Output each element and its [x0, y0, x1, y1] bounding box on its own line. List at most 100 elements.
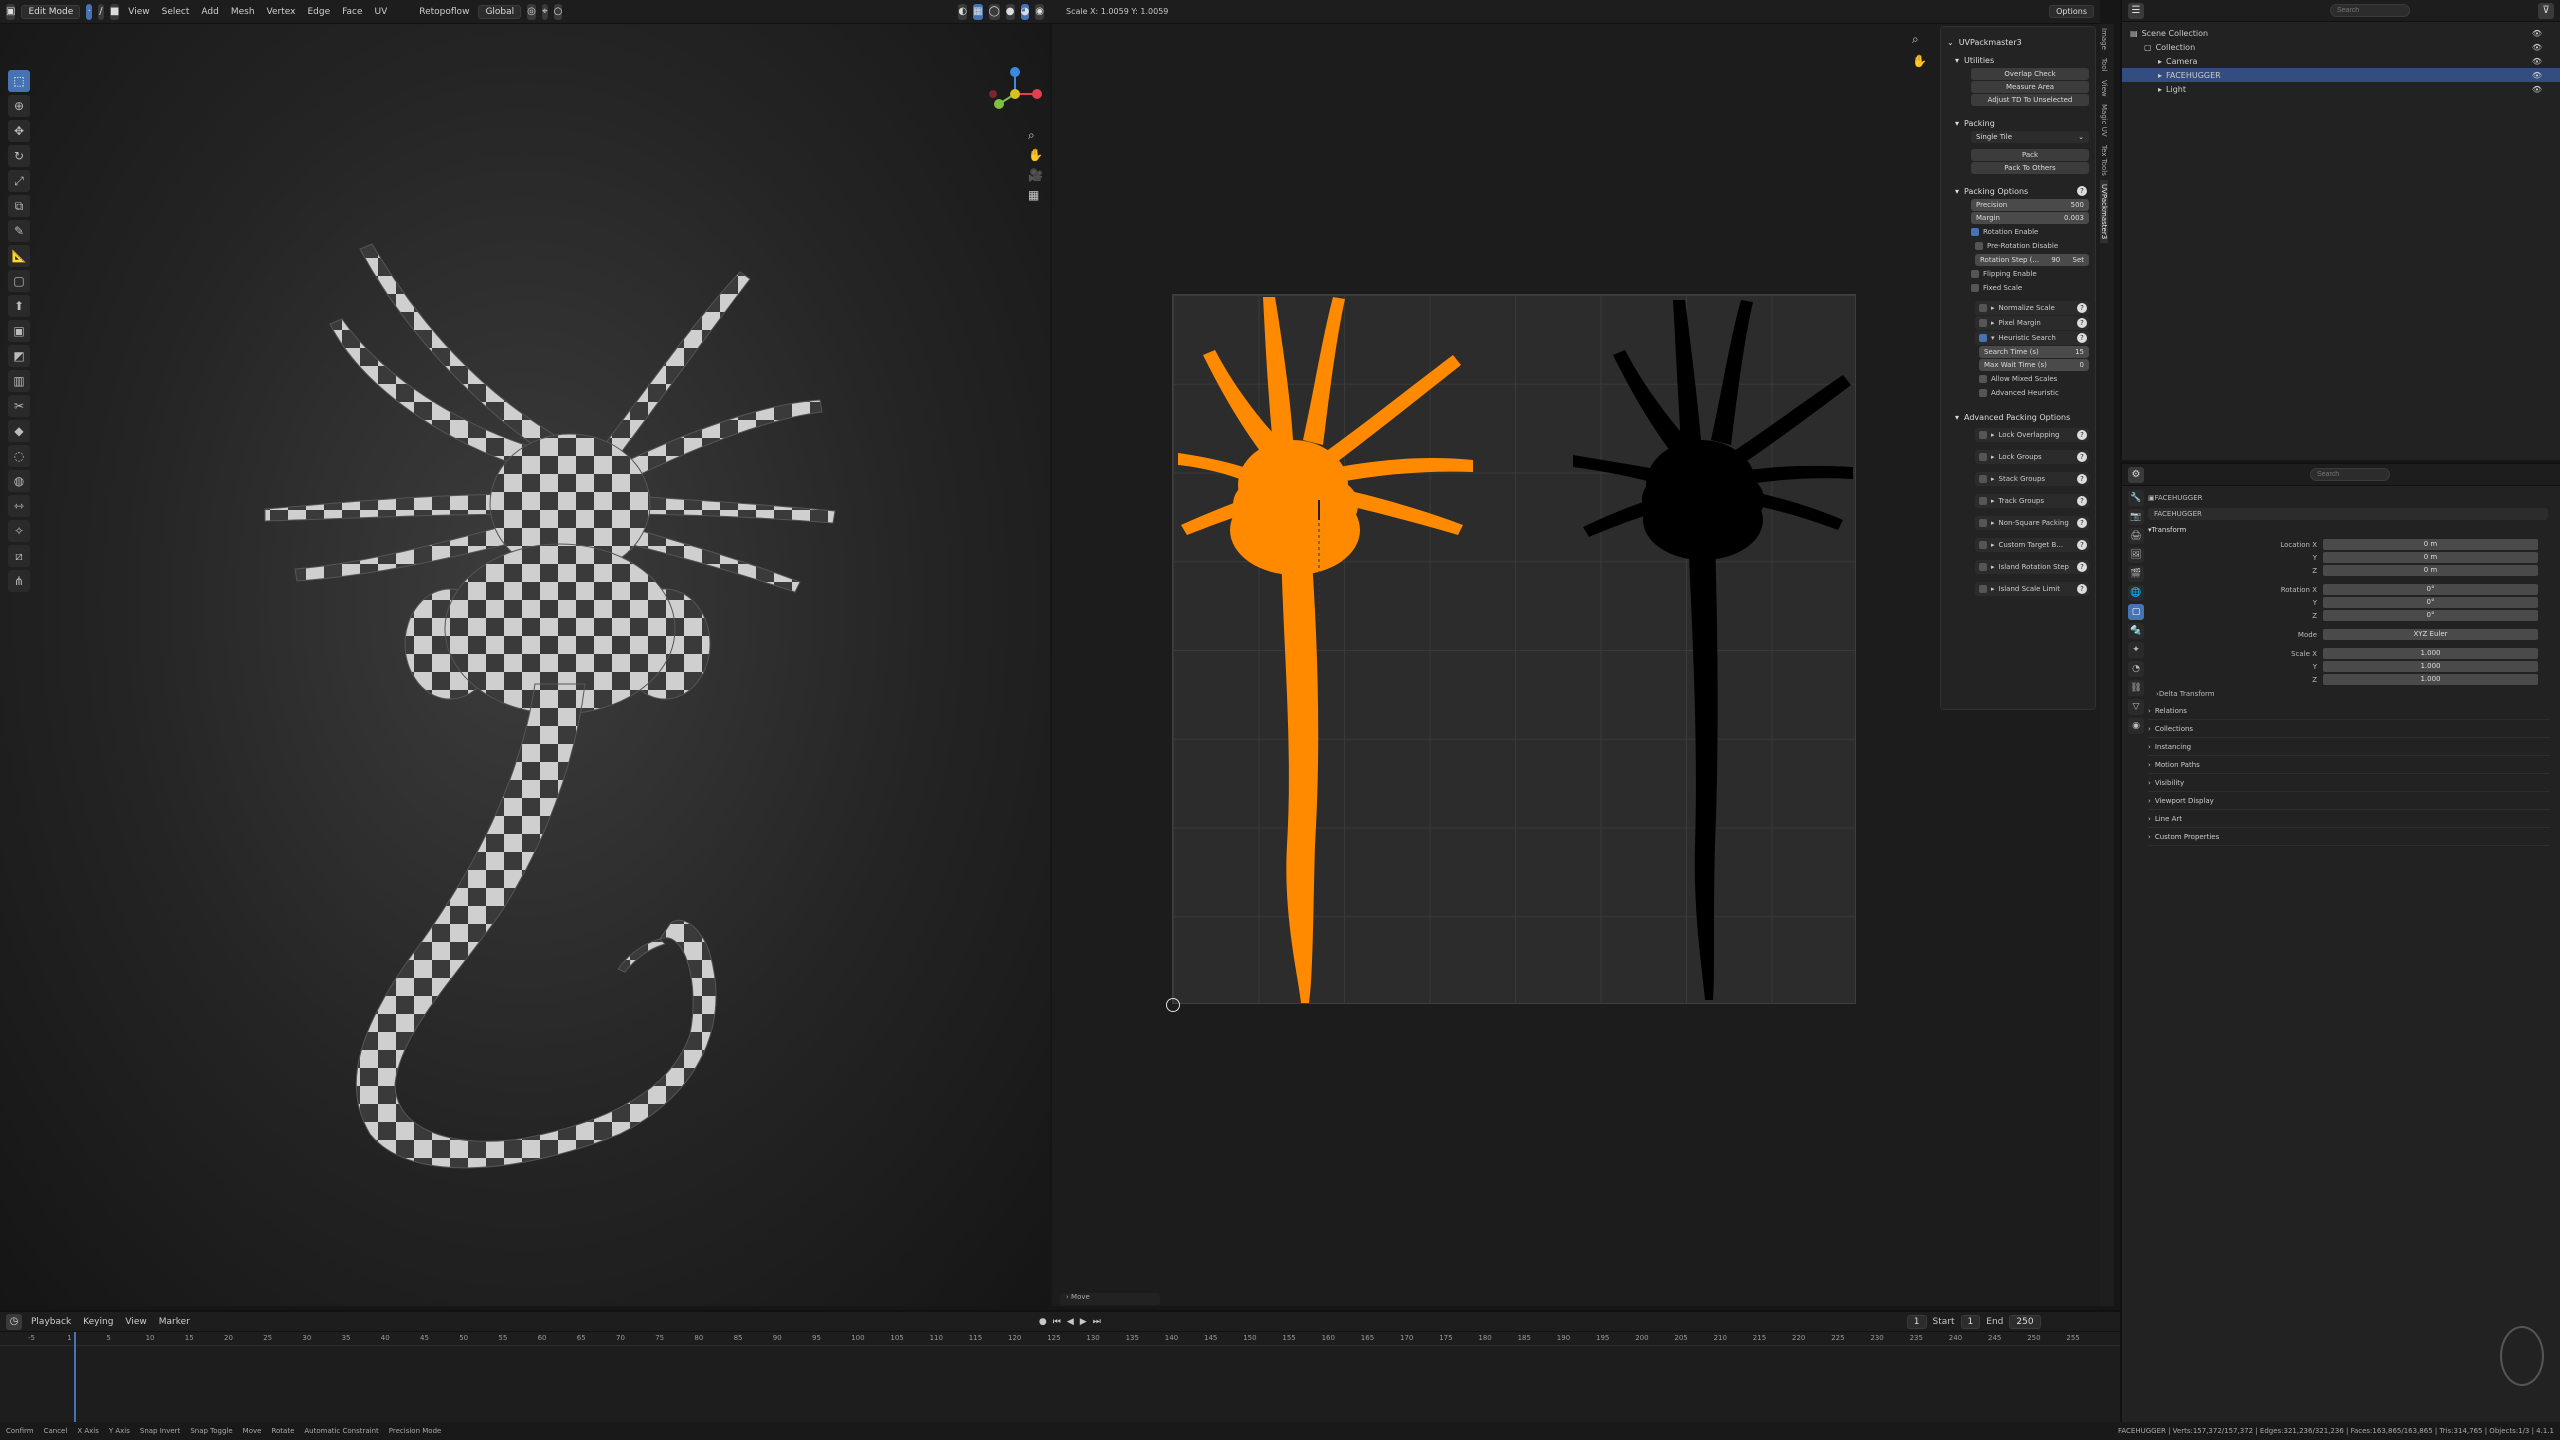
transform-row-value[interactable]: 0 m — [2323, 565, 2538, 576]
utilities-header[interactable]: ▾ Utilities — [1955, 53, 2089, 67]
add-cube-icon[interactable]: ▢ — [8, 270, 30, 292]
transform-row-value[interactable]: 1.000 — [2323, 661, 2538, 672]
properties-section[interactable]: › Instancing — [2148, 738, 2550, 756]
transform-row-value[interactable]: 0 m — [2323, 539, 2538, 550]
lock-overlapping-subpanel[interactable]: ▸ Lock Overlapping? — [1975, 428, 2089, 442]
help-icon[interactable]: ? — [2077, 474, 2087, 484]
stack-groups-subpanel[interactable]: ▸ Stack Groups? — [1975, 472, 2089, 486]
help-icon[interactable]: ? — [2077, 430, 2087, 440]
snap-icon[interactable]: ⌖ — [541, 3, 548, 20]
transform-row-value[interactable]: 1.000 — [2323, 648, 2538, 659]
zoom-icon[interactable]: ⌕ — [1028, 128, 1035, 143]
help-icon[interactable]: ? — [2077, 318, 2087, 328]
extrude-icon[interactable]: ⬆ — [8, 295, 30, 317]
properties-editor-icon[interactable]: ⚙ — [2128, 466, 2144, 483]
world-props-icon[interactable]: 🌐 — [2128, 585, 2144, 601]
timeline-editor-icon[interactable]: ◷ — [6, 1313, 22, 1330]
properties-search-input[interactable] — [2310, 468, 2390, 481]
fixed-scale-checkbox[interactable]: Fixed Scale — [1971, 281, 2089, 295]
spin-icon[interactable]: ◌ — [8, 445, 30, 467]
overlay-icon[interactable]: ◐ — [958, 3, 968, 20]
menu-face[interactable]: Face — [339, 6, 365, 18]
loop-cut-icon[interactable]: ▥ — [8, 370, 30, 392]
heuristic-search-subpanel[interactable]: ▾ Heuristic Search? — [1975, 331, 2089, 345]
pixel-margin-subpanel[interactable]: ▸ Pixel Margin? — [1975, 316, 2089, 330]
jump-start-icon[interactable]: ⏮ — [1053, 1317, 1061, 1327]
viewport-3d[interactable]: ⬚ ⊕ ✥ ↻ ⤢ ⧉ ✎ 📐 ▢ ⬆ ▣ ◩ ▥ ✂ ◆ ◌ ◍ ⇿ ✧ ⧄ … — [0, 24, 1050, 1306]
current-frame-field[interactable]: 1 — [1906, 1314, 1927, 1329]
normalize-scale-subpanel[interactable]: ▸ Normalize Scale? — [1975, 301, 2089, 315]
shading-material-icon[interactable]: ◕ — [1020, 3, 1030, 20]
scene-props-icon[interactable]: 🎬 — [2128, 566, 2144, 582]
rotation-enable-checkbox[interactable]: Rotation Enable — [1971, 225, 2089, 239]
outliner-row[interactable]: ▸ Light 👁 — [2122, 82, 2560, 96]
poly-build-icon[interactable]: ◆ — [8, 420, 30, 442]
max-wait-field[interactable]: Max Wait Time (s) 0 — [1979, 359, 2089, 371]
help-icon[interactable]: ? — [2077, 540, 2087, 550]
shading-solid-icon[interactable]: ● — [1005, 3, 1015, 20]
move-icon[interactable]: ✥ — [8, 120, 30, 142]
help-icon[interactable]: ? — [2077, 496, 2087, 506]
annotate-icon[interactable]: ✎ — [8, 220, 30, 242]
pack-to-others-button[interactable]: Pack To Others — [1971, 162, 2089, 174]
outliner-row[interactable]: ▸ FACEHUGGER 👁 — [2122, 68, 2560, 82]
cursor-icon[interactable]: ⊕ — [8, 95, 30, 117]
transform-icon[interactable]: ⧉ — [8, 195, 30, 217]
rip-icon[interactable]: ⋔ — [8, 570, 30, 592]
visibility-eye-icon[interactable]: 👁 — [2532, 43, 2542, 52]
proportional-edit-icon[interactable]: ○ — [553, 3, 563, 20]
properties-section[interactable]: › Line Art — [2148, 810, 2550, 828]
tool-props-icon[interactable]: 🔧 — [2128, 490, 2144, 506]
pan-hand-icon[interactable]: ✋ — [1028, 148, 1043, 162]
pre-rotation-disable-checkbox[interactable]: Pre-Rotation Disable — [1975, 239, 2089, 253]
uv-island-selected[interactable] — [1178, 297, 1473, 1003]
start-field[interactable]: 1 — [1960, 1314, 1981, 1329]
help-icon[interactable]: ? — [2077, 562, 2087, 572]
last-operator-panel[interactable]: › Move — [1060, 1293, 1160, 1305]
menu-view[interactable]: View — [125, 6, 152, 18]
precision-field[interactable]: Precision 500 — [1971, 199, 2089, 211]
measure-icon[interactable]: 📐 — [8, 245, 30, 267]
rotation-step-field[interactable]: Rotation Step (... 90 Set — [1975, 254, 2089, 266]
camera-view-icon[interactable]: 🎥 — [1028, 168, 1043, 182]
shrink-icon[interactable]: ✧ — [8, 520, 30, 542]
edge-slide-icon[interactable]: ⇿ — [8, 495, 30, 517]
packing-header[interactable]: ▾ Packing — [1955, 116, 2089, 130]
vertex-select-icon[interactable]: · — [86, 3, 93, 20]
pivot-icon[interactable]: ◎ — [527, 3, 536, 20]
xray-icon[interactable]: ▦ — [973, 3, 983, 20]
menu-playback[interactable]: Playback — [28, 1316, 74, 1328]
object-name-field[interactable]: FACEHUGGER — [2148, 508, 2548, 520]
end-field[interactable]: 250 — [2009, 1314, 2041, 1329]
bevel-icon[interactable]: ◩ — [8, 345, 30, 367]
tab-view[interactable]: View — [2100, 76, 2108, 101]
physics-props-icon[interactable]: ◔ — [2128, 661, 2144, 677]
particles-props-icon[interactable]: ✦ — [2128, 642, 2144, 658]
help-icon[interactable]: ? — [2077, 452, 2087, 462]
2d-cursor-icon[interactable] — [1166, 998, 1180, 1012]
rotate-icon[interactable]: ↻ — [8, 145, 30, 167]
transform-orientation-dropdown[interactable]: Global — [478, 4, 522, 19]
visibility-eye-icon[interactable]: 👁 — [2532, 57, 2542, 66]
constraint-props-icon[interactable]: ⛓ — [2128, 680, 2144, 696]
transform-row-value[interactable]: 0 m — [2323, 552, 2538, 563]
menu-uv[interactable]: UV — [372, 6, 391, 18]
jump-end-icon[interactable]: ⏭ — [1093, 1317, 1101, 1327]
properties-section[interactable]: › Relations — [2148, 702, 2550, 720]
options-dropdown[interactable]: Options — [2049, 5, 2094, 18]
edge-select-icon[interactable]: / — [98, 3, 104, 20]
menu-mesh[interactable]: Mesh — [228, 6, 258, 18]
smooth-icon[interactable]: ◍ — [8, 470, 30, 492]
track-groups-subpanel[interactable]: ▸ Track Groups? — [1975, 494, 2089, 508]
advanced-heuristic-checkbox[interactable]: Advanced Heuristic — [1979, 386, 2089, 400]
outliner-row[interactable]: ▢ Collection 👁 — [2122, 40, 2560, 54]
play-reverse-icon[interactable]: ◀ — [1067, 1317, 1074, 1327]
help-icon[interactable]: ? — [2077, 303, 2087, 313]
transform-header[interactable]: ▾ Transform — [2148, 522, 2554, 538]
properties-section[interactable]: › Custom Properties — [2148, 828, 2550, 846]
modifier-props-icon[interactable]: 🔩 — [2128, 623, 2144, 639]
transform-row-value[interactable]: 0° — [2323, 584, 2538, 595]
allow-mixed-scales-checkbox[interactable]: Allow Mixed Scales — [1979, 372, 2089, 386]
menu-keying[interactable]: Keying — [80, 1316, 116, 1328]
transform-row-value[interactable]: 0° — [2323, 610, 2538, 621]
